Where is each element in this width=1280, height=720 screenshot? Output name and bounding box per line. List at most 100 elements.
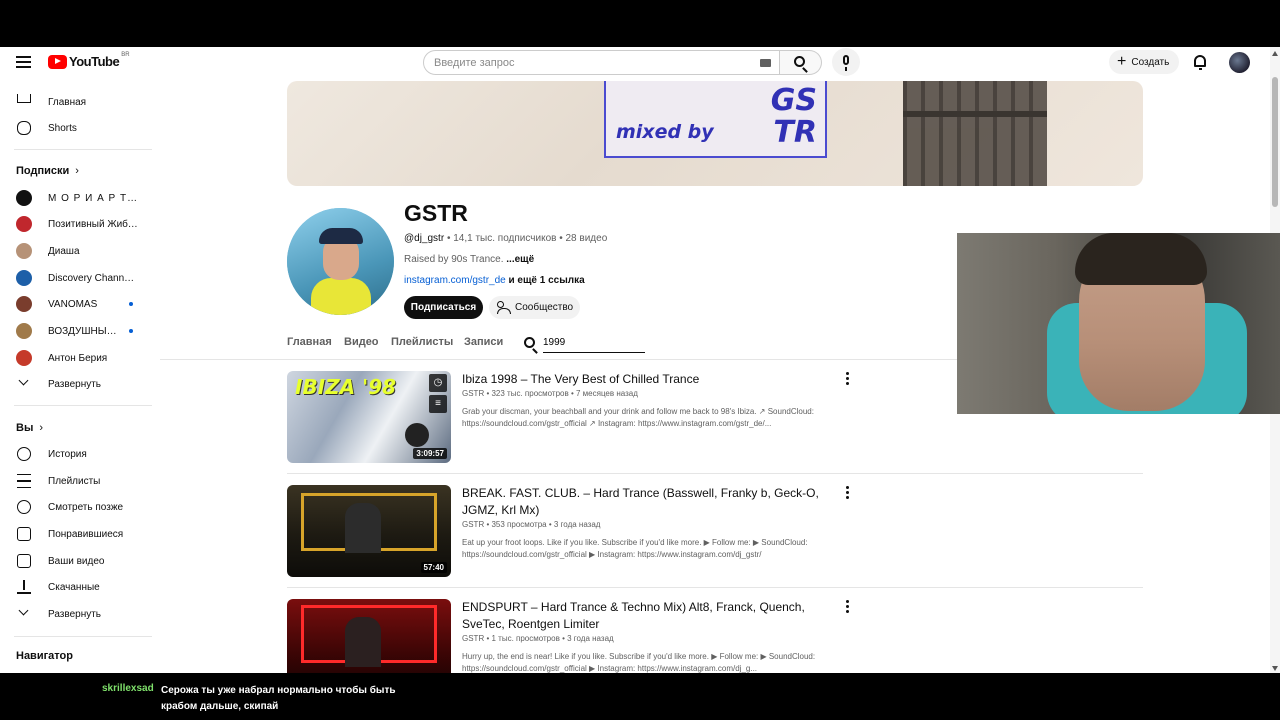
- more-actions-icon[interactable]: [846, 372, 850, 385]
- description-line: https://soundcloud.com/gstr_official ▶ I…: [462, 664, 758, 673]
- sidebar-item-liked[interactable]: Понравившиеся: [0, 521, 155, 547]
- video-thumbnail[interactable]: [287, 599, 451, 673]
- subscriptions-header[interactable]: Подписки ›: [16, 165, 79, 177]
- sidebar-item-history[interactable]: История: [0, 441, 155, 467]
- description-more-link[interactable]: ...ещё: [506, 254, 534, 265]
- sidebar-item-playlists[interactable]: Плейлисты: [0, 468, 155, 494]
- channel-handle: @dj_gstr: [404, 233, 445, 244]
- sidebar-item-downloads[interactable]: Скачанные: [0, 574, 155, 600]
- video-title[interactable]: Ibiza 1998 – The Very Best of Chilled Tr…: [462, 371, 832, 388]
- you-title: Вы: [16, 422, 34, 434]
- channel-avatar-large[interactable]: [287, 208, 394, 315]
- sidebar-item-label: Ваши видео: [48, 555, 105, 567]
- playlists-icon: [17, 474, 31, 488]
- sidebar-item-your-videos[interactable]: Ваши видео: [0, 548, 155, 574]
- tab-home[interactable]: Главная: [287, 336, 332, 348]
- banner-door-image: [903, 81, 1047, 186]
- description-line: Eat up your froot loops. Like if you lik…: [462, 538, 808, 547]
- video-channel[interactable]: GSTR: [462, 634, 484, 643]
- video-title[interactable]: ENDSPURT – Hard Trance & Techno Mix) Alt…: [462, 599, 832, 633]
- description-line: Hurry up, the end is near! Like if you l…: [462, 652, 816, 661]
- subscribe-button[interactable]: Подписаться: [404, 296, 483, 319]
- sidebar-subscription[interactable]: Антон Берия: [0, 345, 155, 371]
- keyboard-icon[interactable]: [760, 59, 771, 67]
- scrollbar-thumb[interactable]: [1272, 77, 1278, 207]
- chevron-down-icon: [18, 605, 29, 616]
- sidebar-item-label: Плейлисты: [48, 475, 101, 487]
- channel-avatar: [16, 270, 32, 286]
- upload-age: 7 месяцев назад: [575, 389, 638, 398]
- new-content-dot: [129, 329, 133, 333]
- sidebar-expand-you[interactable]: Развернуть: [0, 601, 155, 627]
- video-separator: [287, 473, 1143, 474]
- more-actions-icon[interactable]: [846, 600, 850, 613]
- sidebar-item-label: Понравившиеся: [48, 528, 124, 540]
- community-button[interactable]: Сообщество: [489, 296, 580, 319]
- video-duration: 3:09:57: [413, 448, 447, 459]
- channel-search-input[interactable]: [543, 333, 645, 353]
- video-separator: [287, 587, 1143, 588]
- view-count: 353 просмотра: [491, 520, 547, 529]
- more-links[interactable]: и ещё 1 ссылка: [509, 275, 585, 286]
- create-button[interactable]: + Создать: [1109, 50, 1179, 74]
- sidebar-item-home[interactable]: Главная: [0, 89, 155, 115]
- channel-link[interactable]: instagram.com/gstr_de: [404, 275, 506, 286]
- sidebar-subscription[interactable]: VANOMAS: [0, 291, 155, 317]
- tab-videos[interactable]: Видео: [344, 336, 379, 348]
- sidebar-item-label: История: [48, 448, 87, 460]
- watch-later-icon[interactable]: ◷: [429, 374, 447, 392]
- channel-search-icon[interactable]: [524, 337, 535, 348]
- sidebar-expand-subscriptions[interactable]: Развернуть: [0, 371, 155, 397]
- create-label: Создать: [1131, 56, 1170, 68]
- voice-search-button[interactable]: [832, 48, 860, 76]
- history-icon: [17, 447, 31, 461]
- chevron-right-icon: ›: [39, 422, 44, 434]
- search-input[interactable]: [434, 56, 744, 69]
- channel-avatar: [16, 216, 32, 232]
- banner-mixed-by-text: mixed by: [616, 121, 714, 143]
- youtube-play-icon: [48, 54, 67, 69]
- sidebar-subscription[interactable]: М О Р И А Р Т И: [0, 185, 155, 211]
- description-line: Grab your discman, your beachball and yo…: [462, 407, 814, 416]
- notifications-bell-icon[interactable]: [1194, 55, 1206, 70]
- video-duration: 57:40: [420, 562, 447, 573]
- video-meta: GSTR • 1 тыс. просмотров • 3 года назад: [462, 634, 614, 643]
- view-count: 323 тыс. просмотров: [491, 389, 569, 398]
- masthead: YouTube BR + Создать: [0, 47, 1270, 77]
- sidebar: Главная Shorts Подписки › М О Р И А Р Т И…: [0, 77, 155, 673]
- chat-username: skrillexsad: [102, 683, 154, 694]
- subscription-label: Позитивный Жибер: [48, 218, 138, 230]
- chat-message: Серожа ты уже набрал нормально чтобы быт…: [161, 685, 396, 712]
- thumbnail-text: IBIZA '98: [295, 375, 397, 399]
- sidebar-subscription[interactable]: ВОЗДУШНЫЙ ...: [0, 318, 155, 344]
- video-thumbnail[interactable]: 57:40: [287, 485, 451, 577]
- search-button[interactable]: [780, 50, 822, 75]
- sidebar-subscription[interactable]: Discovery Channel ...: [0, 265, 155, 291]
- sidebar-divider: [14, 405, 152, 406]
- sidebar-item-shorts[interactable]: Shorts: [0, 115, 155, 141]
- video-title[interactable]: BREAK. FAST. CLUB. – Hard Trance (Basswe…: [462, 485, 832, 519]
- you-header[interactable]: Вы ›: [16, 422, 43, 434]
- tab-posts[interactable]: Записи: [464, 336, 503, 348]
- scroll-up-arrow[interactable]: [1272, 51, 1278, 56]
- account-avatar[interactable]: [1229, 52, 1250, 73]
- subscription-label: VANOMAS: [48, 298, 98, 310]
- thumbnail-dj: [345, 617, 381, 667]
- video-channel[interactable]: GSTR: [462, 389, 484, 398]
- sidebar-subscription[interactable]: Диаша: [0, 238, 155, 264]
- add-to-queue-icon[interactable]: ≡: [429, 395, 447, 413]
- more-actions-icon[interactable]: [846, 486, 850, 499]
- youtube-logo[interactable]: YouTube BR: [48, 52, 130, 69]
- channel-description[interactable]: Raised by 90s Trance. ...ещё: [404, 254, 534, 265]
- community-icon: [497, 301, 511, 314]
- navigator-header: Навигатор: [16, 650, 73, 662]
- scroll-down-arrow[interactable]: [1272, 666, 1278, 671]
- menu-icon[interactable]: [16, 56, 31, 68]
- video-thumbnail[interactable]: IBIZA '98 ◷ ≡ 3:09:57: [287, 371, 451, 463]
- sidebar-subscription[interactable]: Позитивный Жибер: [0, 211, 155, 237]
- sidebar-item-watch-later[interactable]: Смотреть позже: [0, 494, 155, 520]
- description-line: https://soundcloud.com/gstr_official ↗ I…: [462, 419, 772, 428]
- channel-links: instagram.com/gstr_de и ещё 1 ссылка: [404, 275, 585, 286]
- tab-playlists[interactable]: Плейлисты: [391, 336, 453, 348]
- video-channel[interactable]: GSTR: [462, 520, 484, 529]
